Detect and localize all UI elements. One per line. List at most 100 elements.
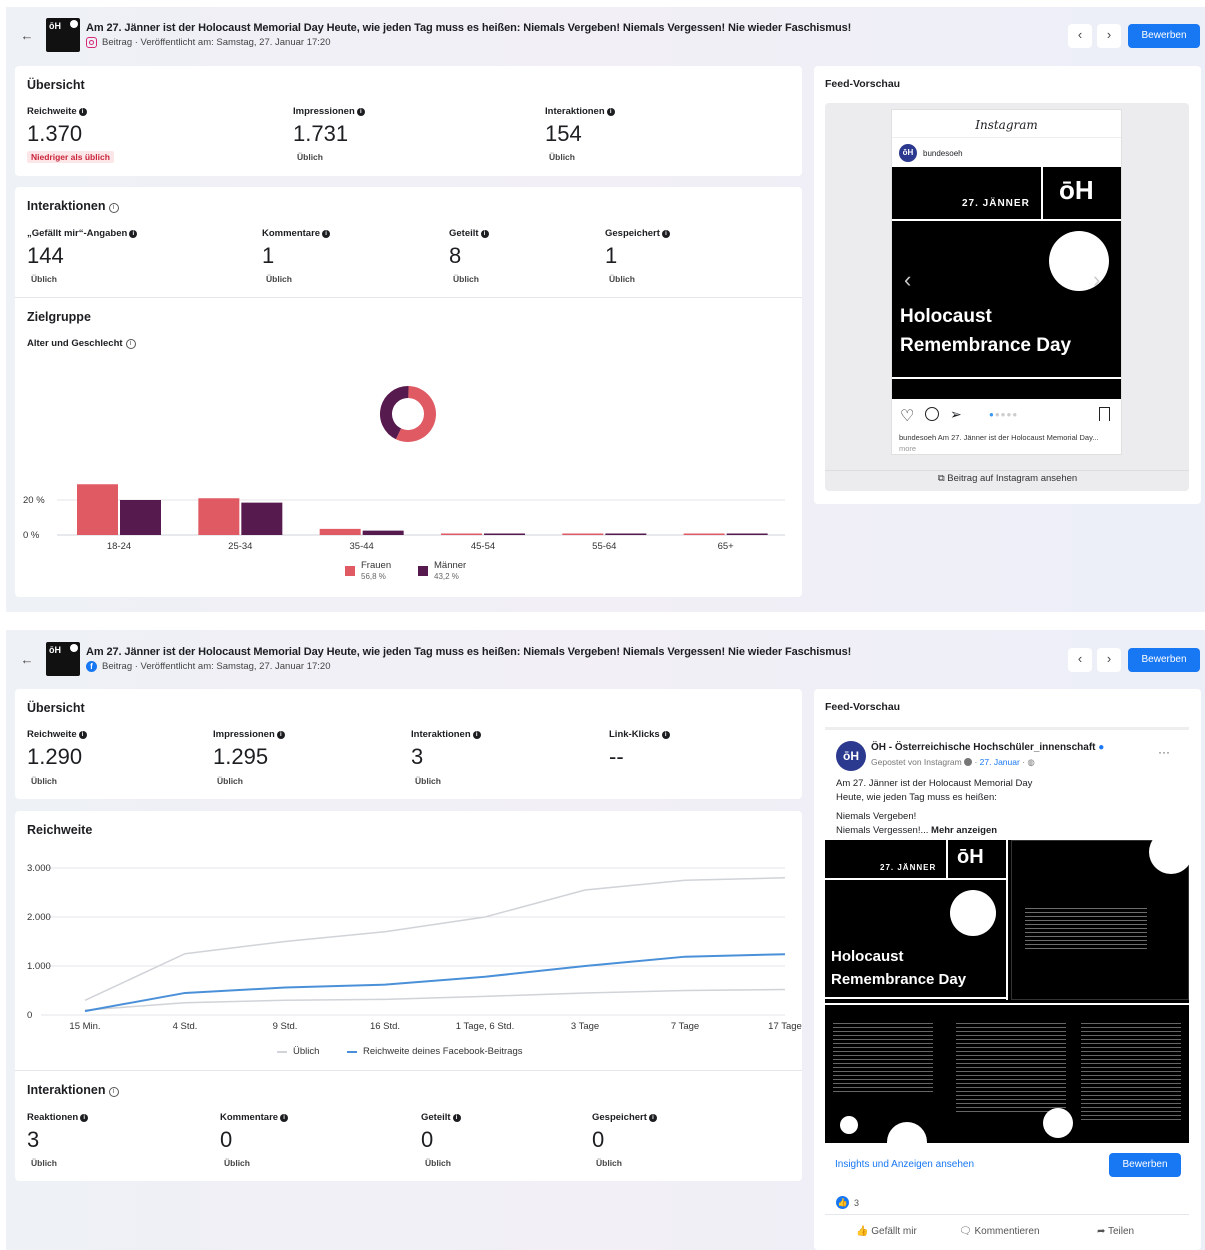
feed-preview-title: Feed-Vorschau [825, 701, 901, 713]
bar [441, 533, 482, 535]
thumb-logo: ōH [49, 645, 61, 655]
post-meta: Gepostet von Instagram · 27. Januar · ◍ [871, 757, 1035, 767]
overview-title: Übersicht [27, 701, 85, 715]
bar [683, 533, 725, 535]
reach-line-chart: 0 1.000 2.000 3.000 15 Min. 4 Std. 9 Std. 16 St… [27, 863, 802, 1032]
page-name[interactable]: ÖH - Österreichische Hochschüler_innensc… [871, 742, 1104, 753]
external-link-icon: ⧉ [937, 473, 948, 484]
share-icon[interactable]: ➢ [950, 406, 962, 423]
like-button[interactable]: 👍 Gefällt mir [856, 1226, 917, 1237]
y-tick-label: 0 % [23, 530, 40, 541]
x-tick-label: 15 Min. [69, 1021, 100, 1032]
divider [15, 1070, 802, 1071]
x-tick-label: 3 Tage [571, 1021, 599, 1032]
text-block-image [1081, 1023, 1181, 1123]
boost-button[interactable]: Bewerben [1128, 24, 1200, 48]
see-more-link[interactable]: Mehr anzeigen [931, 825, 997, 836]
share-button[interactable]: ➦ Teilen [1097, 1226, 1134, 1237]
fb-feed-preview-card: Feed-Vorschau ōH ÖH - Österreichische Ho… [814, 689, 1201, 1250]
prev-button[interactable]: ‹ [1068, 648, 1092, 672]
post-caption: bundesoeh Am 27. Jänner ist der Holocaus… [899, 433, 1099, 453]
metric-value: -- [609, 744, 624, 769]
age-bar-chart: 0 % 20 % 18-24 25-34 35-44 45-54 55-64 65+ [23, 484, 785, 552]
instagram-logo: Instagram [975, 118, 1038, 132]
reach-title: Reichweite [27, 823, 93, 837]
interactions-title: Interaktionen i [27, 1083, 119, 1097]
metric-value: 0 [592, 1127, 605, 1152]
heart-icon[interactable]: ♡ [900, 406, 914, 426]
x-tick-label: 55-64 [592, 541, 616, 552]
globe-icon: ◍ [1027, 757, 1035, 767]
post-headline: Holocaust Remembrance Day [831, 948, 967, 988]
bookmark-icon[interactable] [1099, 407, 1110, 421]
metric-label: Gespeichert i [592, 1112, 657, 1123]
info-icon: i [125, 339, 136, 349]
metric-note: Üblich [217, 776, 243, 786]
post-title: Am 27. Jänner ist der Holocaust Memorial… [86, 646, 852, 658]
metric-value: 144 [27, 243, 64, 268]
x-tick-label: 1 Tage, 6 Std. [456, 1021, 514, 1032]
y-tick-label: 2.000 [27, 912, 51, 923]
boost-button[interactable]: Bewerben [1128, 648, 1200, 672]
metric-note: Üblich [415, 776, 441, 786]
account-name: bundesoeh [923, 149, 963, 158]
bar [198, 498, 240, 535]
y-tick-label: 3.000 [27, 863, 51, 874]
post-date: 27. JÄNNER [880, 863, 937, 872]
metric-note: Üblich [266, 274, 292, 284]
legend-swatch [347, 1050, 357, 1053]
back-arrow-icon[interactable]: ← [14, 652, 40, 667]
next-button[interactable]: › [1097, 648, 1121, 672]
info-icon: i [108, 203, 119, 213]
next-button[interactable]: › [1097, 24, 1121, 48]
metric-note: Üblich [31, 776, 57, 786]
post-image: 27. JÄNNER ōH Holocaust Remembrance Day ‹… [892, 167, 1121, 399]
carousel-next-icon[interactable]: › [1093, 267, 1100, 293]
oeh-logo: ōH [1059, 175, 1094, 205]
comment-button[interactable]: 🗨 Kommentieren [959, 1226, 1040, 1237]
more-options-icon[interactable]: ··· [1158, 745, 1170, 759]
metric-label: Link-Klicks i [609, 729, 670, 740]
y-tick-label: 20 % [23, 495, 45, 506]
metric-value: 154 [545, 121, 582, 146]
insights-link[interactable]: Insights und Anzeigen ansehen [835, 1159, 974, 1170]
ig-feed-preview-card: Feed-Vorschau Instagram ōH bundesoeh 27.… [814, 66, 1201, 504]
fb-post-header: ← ōH Am 27. Jänner ist der Holocaust Mem… [14, 636, 1194, 682]
metric-value: 0 [220, 1127, 233, 1152]
metric-note: Üblich [549, 152, 575, 162]
metric-label: Kommentare i [220, 1112, 289, 1123]
post-headline: Holocaust Remembrance Day [900, 306, 1072, 356]
prev-button[interactable]: ‹ [1068, 24, 1092, 48]
ig-interactions-card: Interaktionen i „Gefällt mir“-Angaben i 14… [15, 187, 802, 597]
page-avatar[interactable]: ōH [836, 741, 866, 771]
comment-icon[interactable] [925, 407, 939, 421]
thumbs-up-icon: 👍 [856, 1226, 872, 1237]
carousel-prev-icon[interactable]: ‹ [904, 267, 911, 293]
post-date: 27. JÄNNER [962, 198, 1030, 209]
view-on-instagram-link[interactable]: ⧉ Beitrag auf Instagram ansehen [814, 473, 1201, 484]
share-icon: ➦ [1097, 1226, 1108, 1237]
post-thumbnail: ōH [46, 642, 80, 676]
boost-button[interactable]: Bewerben [1109, 1153, 1181, 1177]
info-icon: i [108, 1087, 119, 1097]
bar [726, 533, 768, 535]
back-arrow-icon[interactable]: ← [14, 28, 40, 43]
facebook-icon: f [86, 661, 97, 672]
metric-note: Üblich [224, 1158, 250, 1168]
x-tick-label: 45-54 [471, 541, 495, 552]
overview-title: Übersicht [27, 78, 85, 92]
verified-icon: ● [1098, 742, 1105, 753]
ig-post-header: ← ōH Am 27. Jänner ist der Holocaust Mem… [14, 12, 1194, 58]
x-tick-label: 9 Std. [273, 1021, 298, 1032]
metric-value: 3 [27, 1127, 40, 1152]
metric-label: Geteilt i [421, 1112, 461, 1123]
bar [562, 533, 604, 535]
x-tick-label: 65+ [718, 541, 735, 552]
oeh-logo: ōH [957, 846, 984, 868]
metric-note: Üblich [31, 274, 57, 284]
x-tick-label: 18-24 [107, 541, 131, 552]
reactions-summary[interactable]: 👍 3 [836, 1196, 859, 1209]
info-icon [964, 758, 973, 766]
metric-value: 1.370 [27, 121, 83, 146]
metric-label: Interaktionen i [411, 729, 481, 740]
